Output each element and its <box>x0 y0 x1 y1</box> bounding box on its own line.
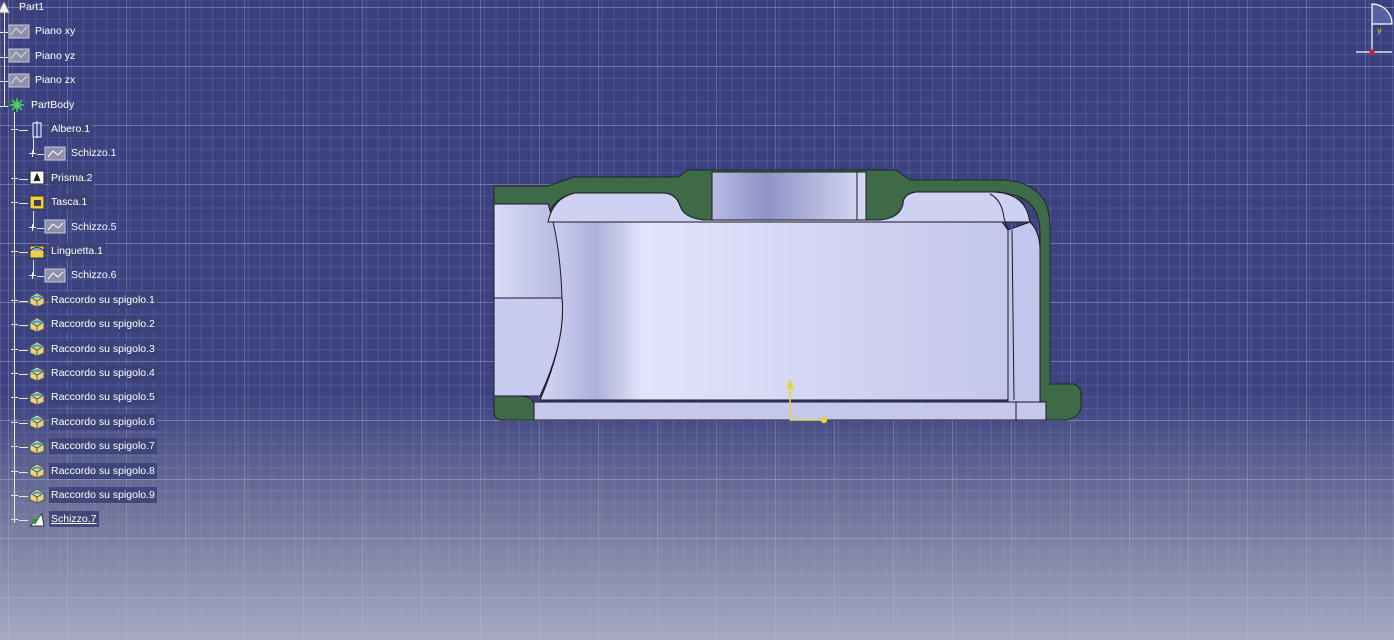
edge-fillet-icon <box>28 291 46 308</box>
pocket-icon <box>28 194 46 211</box>
tree-node-plane[interactable]: Piano xy <box>8 22 77 40</box>
tree-connector <box>33 138 34 155</box>
3d-viewport[interactable]: y Part1Piano xyPiano yzPiano zxPartBody−… <box>0 0 1394 640</box>
inner-bore-surface <box>539 221 1009 401</box>
sketch-icon <box>44 145 66 162</box>
tree-node-plane[interactable]: Piano zx <box>8 71 77 89</box>
tree-node-label: Raccordo su spigolo.4 <box>49 365 157 381</box>
tree-node-feature[interactable]: Prisma.2 <box>28 169 95 187</box>
tree-node-label: Raccordo su spigolo.9 <box>49 487 157 503</box>
tree-node-label: PartBody <box>31 98 75 111</box>
tree-node-feature[interactable]: Raccordo su spigolo.8 <box>28 462 157 480</box>
tree-node-label: Schizzo.5 <box>71 220 117 233</box>
tree-node-label: Schizzo.1 <box>71 147 117 160</box>
part-icon <box>0 0 14 16</box>
tree-node-sketch[interactable]: Schizzo.1 <box>44 144 119 162</box>
edge-fillet-icon <box>28 389 46 406</box>
tree-connector <box>19 520 28 522</box>
top-slot <box>711 171 867 221</box>
tree-node-feature[interactable]: Linguetta.1 <box>28 242 105 260</box>
tree-connector <box>37 227 44 229</box>
tree-connector <box>19 203 28 205</box>
tree-connector <box>19 349 28 351</box>
shaft-icon <box>28 120 46 138</box>
tree-node-label: Schizzo.7 <box>49 511 99 528</box>
tree-connector <box>19 447 28 449</box>
tree-node-label: Piano xy <box>35 25 76 38</box>
tree-node-feature[interactable]: Raccordo su spigolo.4 <box>28 364 157 382</box>
specification-tree[interactable]: Part1Piano xyPiano yzPiano zxPartBody−Al… <box>0 0 300 540</box>
tree-node-label: Raccordo su spigolo.8 <box>49 462 157 479</box>
tree-connector <box>19 471 28 473</box>
edge-fillet-icon <box>28 365 46 382</box>
expand-icon[interactable]: + <box>10 514 19 525</box>
plane-icon <box>8 72 30 89</box>
sketch-check-icon <box>28 511 46 528</box>
edge-fillet-icon <box>28 413 46 430</box>
tree-connector <box>19 422 28 424</box>
tree-connector <box>19 130 28 131</box>
tree-connector <box>19 252 28 253</box>
tree-node-label: Prisma.2 <box>49 169 95 186</box>
tree-node-feature[interactable]: Raccordo su spigolo.7 <box>28 437 157 455</box>
tree-connector <box>33 260 34 277</box>
pad-icon <box>28 169 46 186</box>
compass-y-label: y <box>1377 26 1382 35</box>
rib-icon <box>28 243 46 260</box>
tree-node-label: Piano zx <box>35 74 76 87</box>
plane-icon <box>8 47 30 64</box>
tree-node-label: Raccordo su spigolo.1 <box>49 291 157 308</box>
tree-node-feature[interactable]: Raccordo su spigolo.2 <box>28 315 157 333</box>
tree-connector <box>37 154 44 156</box>
plane-icon <box>8 23 30 40</box>
tree-node-label: Piano yz <box>35 49 76 62</box>
tree-connector <box>33 211 34 228</box>
tree-connector <box>19 300 28 302</box>
tree-node-label: Part1 <box>19 1 45 13</box>
tree-connector <box>14 112 15 517</box>
tree-node-label: Raccordo su spigolo.7 <box>49 438 157 455</box>
sketch-icon <box>44 267 66 284</box>
partbody-icon <box>8 96 26 113</box>
edge-fillet-icon <box>28 340 46 357</box>
tree-node-feature[interactable]: Tasca.1 <box>28 193 90 211</box>
sketch-icon <box>44 218 66 235</box>
tree-node-sketch[interactable]: Schizzo.5 <box>44 218 119 236</box>
tree-connector <box>37 276 44 278</box>
tree-node-label: Albero.1 <box>49 121 93 137</box>
edge-fillet-icon <box>28 487 46 504</box>
tree-connector <box>4 10 5 106</box>
tree-node-label: Raccordo su spigolo.6 <box>49 413 157 430</box>
tree-node-feature[interactable]: Raccordo su spigolo.6 <box>28 413 157 431</box>
tree-node-feature[interactable]: Raccordo su spigolo.5 <box>28 388 157 406</box>
tree-node-partbody[interactable]: PartBody <box>8 96 76 114</box>
tree-node-label: Tasca.1 <box>49 194 90 211</box>
tree-connector <box>19 325 28 327</box>
tree-node-selected-sketch[interactable]: Schizzo.7 <box>28 510 99 528</box>
tree-connector <box>0 105 8 107</box>
tree-node-label: Schizzo.6 <box>71 269 117 282</box>
tree-node-plane[interactable]: Piano yz <box>8 47 77 65</box>
tree-node-feature[interactable]: Raccordo su spigolo.1 <box>28 291 157 309</box>
edge-fillet-icon <box>28 316 46 333</box>
tree-node-part1[interactable]: Part1 <box>0 0 46 16</box>
tree-node-feature[interactable]: Raccordo su spigolo.3 <box>28 340 157 358</box>
tree-node-label: Raccordo su spigolo.3 <box>49 340 157 357</box>
tree-connector <box>19 374 28 375</box>
edge-fillet-icon <box>28 438 46 455</box>
section-foot <box>493 395 535 421</box>
tree-node-feature[interactable]: Raccordo su spigolo.9 <box>28 486 157 504</box>
tree-node-label: Linguetta.1 <box>49 243 105 259</box>
tree-node-sketch[interactable]: Schizzo.6 <box>44 266 119 284</box>
tree-node-label: Raccordo su spigolo.5 <box>49 389 157 406</box>
tree-connector <box>19 496 28 497</box>
edge-fillet-icon <box>28 462 46 479</box>
tree-connector <box>19 178 28 180</box>
tree-node-feature[interactable]: Albero.1 <box>28 120 93 138</box>
tree-node-label: Raccordo su spigolo.2 <box>49 316 157 333</box>
tree-connector <box>19 398 28 400</box>
compass-widget[interactable]: y <box>1354 0 1394 58</box>
